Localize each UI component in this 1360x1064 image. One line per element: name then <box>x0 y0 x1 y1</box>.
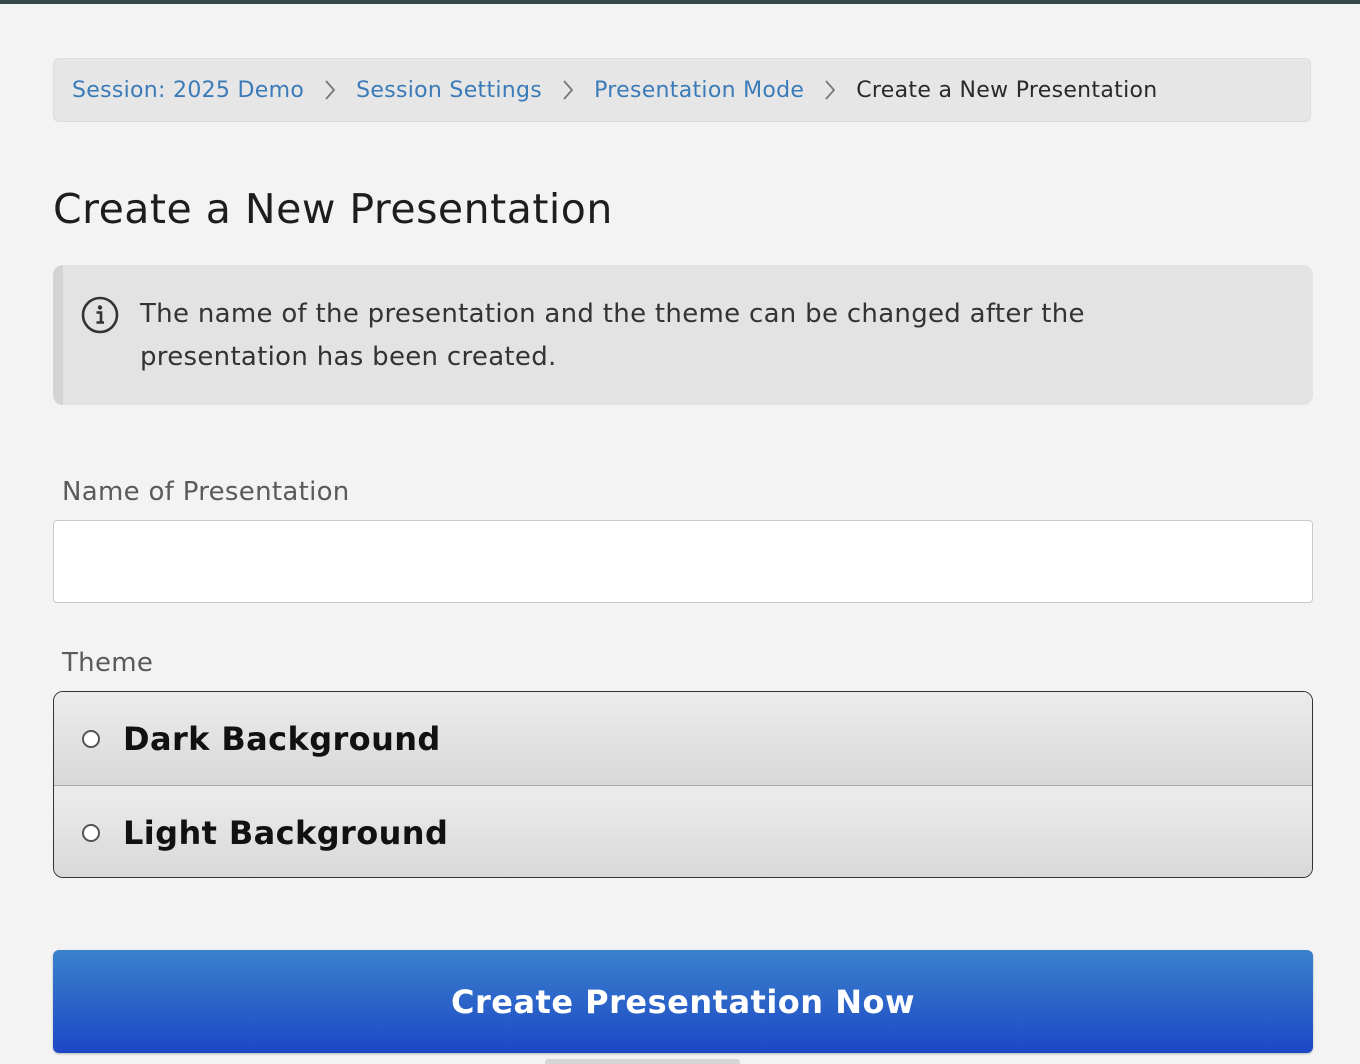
theme-option-light[interactable]: Light Background <box>54 785 1312 877</box>
chevron-right-icon <box>542 79 594 101</box>
info-text: The name of the presentation and the the… <box>140 299 1085 372</box>
top-strip <box>0 0 1360 4</box>
name-field-label: Name of Presentation <box>62 477 350 507</box>
breadcrumb-current: Create a New Presentation <box>856 77 1158 103</box>
radio-button[interactable] <box>82 823 100 842</box>
presentation-name-input[interactable] <box>53 520 1313 603</box>
theme-option-dark[interactable]: Dark Background <box>54 692 1312 785</box>
breadcrumb-session-settings[interactable]: Session Settings <box>356 78 542 103</box>
theme-option-label: Light Background <box>123 813 449 852</box>
chevron-right-icon <box>804 79 856 101</box>
theme-radio-group: Dark Background Light Background <box>53 691 1313 878</box>
info-callout: The name of the presentation and the the… <box>53 265 1313 405</box>
page-title: Create a New Presentation <box>53 185 613 233</box>
create-presentation-button[interactable]: Create Presentation Now <box>53 950 1313 1053</box>
theme-field-label: Theme <box>62 648 154 678</box>
breadcrumb-presentation-mode[interactable]: Presentation Mode <box>594 78 804 103</box>
breadcrumb: Session: 2025 Demo Session Settings Pres… <box>53 58 1311 122</box>
theme-option-label: Dark Background <box>123 719 441 758</box>
scroll-hint <box>545 1059 740 1064</box>
radio-button[interactable] <box>82 729 100 748</box>
breadcrumb-session[interactable]: Session: 2025 Demo <box>72 78 304 103</box>
chevron-right-icon <box>304 79 356 101</box>
info-circle-icon <box>80 295 120 335</box>
